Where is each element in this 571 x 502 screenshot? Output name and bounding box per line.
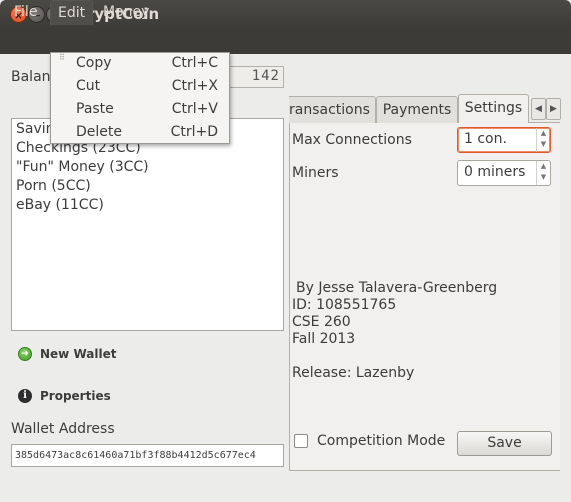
edit-dropdown-menu: ⠿ Copy Ctrl+C Cut Ctrl+X Paste Ctrl+V De… <box>50 52 230 144</box>
tab-scroll-left-icon[interactable]: ◀ <box>531 98 546 120</box>
wallet-address-label: Wallet Address <box>11 421 115 437</box>
tab-payments[interactable]: Payments <box>376 96 458 123</box>
list-item[interactable]: "Fun" Money (3CC) <box>16 159 149 175</box>
spin-arrows-icon[interactable]: ▲ ▼ <box>536 161 550 185</box>
list-item[interactable]: Savin <box>16 121 55 137</box>
info-icon: i <box>18 389 32 403</box>
menu-bar <box>0 29 571 54</box>
list-item[interactable]: Porn (5CC) <box>16 178 91 194</box>
max-connections-spinbox[interactable]: 1 con. ▲ ▼ <box>457 127 551 153</box>
tab-scroll-right-icon[interactable]: ▶ <box>546 98 561 120</box>
max-connections-value: 1 con. <box>464 131 507 147</box>
about-author: By Jesse Talavera-Greenberg <box>296 280 498 296</box>
menu-item-shortcut: Ctrl+C <box>171 55 218 71</box>
balance-display: 142 <box>222 66 284 88</box>
menu-edit[interactable]: Edit <box>50 0 94 25</box>
tab-transactions[interactable]: ransactions <box>289 96 376 123</box>
balance-label: Balan <box>11 69 51 85</box>
competition-mode-label: Competition Mode <box>317 433 446 449</box>
save-button[interactable]: Save <box>457 431 552 456</box>
menu-item-shortcut: Ctrl+V <box>171 101 218 117</box>
arrow-right-icon: ➜ <box>18 347 32 361</box>
menu-item-label: Cut <box>76 78 101 94</box>
menu-item-label: Copy <box>76 55 112 71</box>
menu-item-delete[interactable]: Delete Ctrl+D <box>51 122 229 145</box>
menu-money[interactable]: Money <box>96 0 156 25</box>
properties-label: Properties <box>40 389 111 403</box>
about-release: Release: Lazenby <box>292 365 415 381</box>
menu-item-shortcut: Ctrl+X <box>171 78 218 94</box>
miners-value: 0 miners <box>464 164 526 180</box>
miners-spinbox[interactable]: 0 miners ▲ ▼ <box>457 160 551 186</box>
about-id: ID: 108551765 <box>292 297 397 313</box>
max-connections-label: Max Connections <box>292 132 412 148</box>
spin-arrows-icon[interactable]: ▲ ▼ <box>536 128 550 152</box>
competition-mode-checkbox[interactable] <box>294 434 308 448</box>
wallet-address-field[interactable]: 385d6473ac8c61460a71bf3f88b4412d5c677ec4 <box>11 444 284 467</box>
tab-settings[interactable]: Settings <box>458 94 529 123</box>
menu-item-cut[interactable]: Cut Ctrl+X <box>51 76 229 99</box>
menu-file[interactable]: File <box>7 0 44 25</box>
menu-item-paste[interactable]: Paste Ctrl+V <box>51 99 229 122</box>
menu-item-shortcut: Ctrl+D <box>170 124 218 140</box>
list-item[interactable]: eBay (11CC) <box>16 197 104 213</box>
about-course: CSE 260 <box>292 314 351 330</box>
new-wallet-label: New Wallet <box>40 347 117 361</box>
menu-item-copy[interactable]: Copy Ctrl+C <box>51 53 229 76</box>
miners-label: Miners <box>292 165 339 181</box>
menu-item-label: Paste <box>76 101 114 117</box>
wallet-list[interactable]: Savin Checkings (23CC) "Fun" Money (3CC)… <box>11 118 284 331</box>
menu-item-label: Delete <box>76 124 122 140</box>
about-term: Fall 2013 <box>292 331 356 347</box>
